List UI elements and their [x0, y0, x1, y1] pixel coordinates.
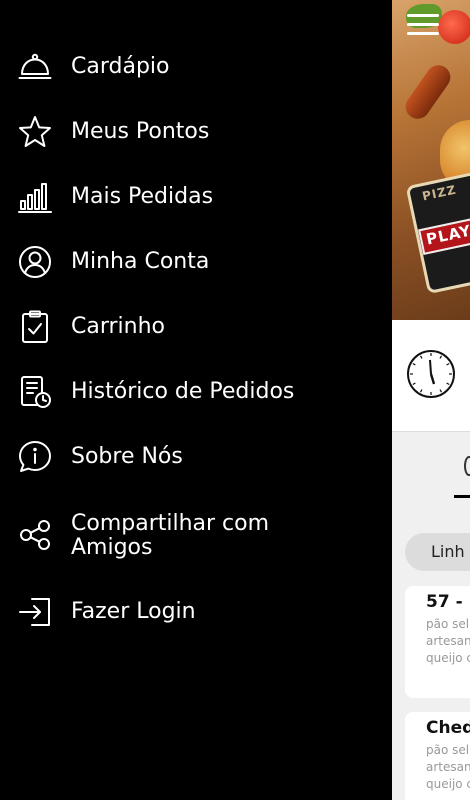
clipboard-check-icon [18, 310, 52, 344]
tab-label-peek[interactable] [464, 456, 470, 476]
menu-label: Sobre Nós [71, 444, 183, 469]
menu-item-carrinho[interactable]: Carrinho [0, 310, 392, 344]
navigation-drawer: Cardápio Meus Pontos Mais Pedidas Minha … [0, 0, 392, 800]
product-card[interactable]: 57 - I pão sel artesan queijo c [405, 586, 470, 698]
menu-label: Cardápio [71, 54, 170, 79]
hero-banner: PIZZ PLAY [392, 0, 470, 320]
hamburger-menu-icon[interactable] [407, 14, 439, 42]
menu-item-sobre-nos[interactable]: Sobre Nós [0, 440, 392, 474]
order-history-icon [18, 375, 52, 409]
product-title: 57 - I [426, 592, 470, 612]
menu-label: Histórico de Pedidos [71, 379, 295, 404]
menu-label: Carrinho [71, 314, 166, 339]
cloche-icon [18, 50, 52, 84]
store-info-bar [392, 320, 470, 432]
menu-item-meus-pontos[interactable]: Meus Pontos [0, 115, 392, 149]
product-description: pão sel artesan queijo c [426, 617, 470, 665]
menu-label: Meus Pontos [71, 119, 210, 144]
menu-label: Fazer Login [71, 599, 196, 624]
menu-label: Minha Conta [71, 249, 210, 274]
login-icon [18, 595, 52, 629]
menu-item-compartilhar[interactable]: Compartilhar com Amigos [0, 510, 392, 560]
active-tab-indicator [454, 495, 470, 498]
menu-item-historico-de-pedidos[interactable]: Histórico de Pedidos [0, 375, 392, 409]
user-icon [18, 245, 52, 279]
menu-item-cardapio[interactable]: Cardápio [0, 50, 392, 84]
product-description: pão sel artesan queijo c [426, 743, 470, 791]
menu-item-mais-pedidas[interactable]: Mais Pedidas [0, 180, 392, 214]
menu-item-minha-conta[interactable]: Minha Conta [0, 245, 392, 279]
background-app: PIZZ PLAY Linh 57 - I pão sel artesan qu… [392, 0, 470, 800]
star-icon [18, 115, 52, 149]
tomato [438, 10, 470, 44]
product-card[interactable]: Ched pão sel artesan queijo c [405, 712, 470, 800]
menu-item-fazer-login[interactable]: Fazer Login [0, 595, 392, 629]
category-chip-label: Linh [431, 542, 465, 561]
share-icon [18, 518, 52, 552]
info-icon [18, 440, 52, 474]
clock-icon [407, 350, 455, 398]
category-tabs [392, 433, 470, 533]
product-title: Ched [426, 718, 470, 738]
menu-label: Compartilhar com Amigos [71, 511, 270, 560]
category-chip[interactable]: Linh [405, 533, 470, 571]
bar-chart-icon [18, 180, 52, 214]
sausage [400, 60, 456, 124]
menu-label: Mais Pedidas [71, 184, 214, 209]
